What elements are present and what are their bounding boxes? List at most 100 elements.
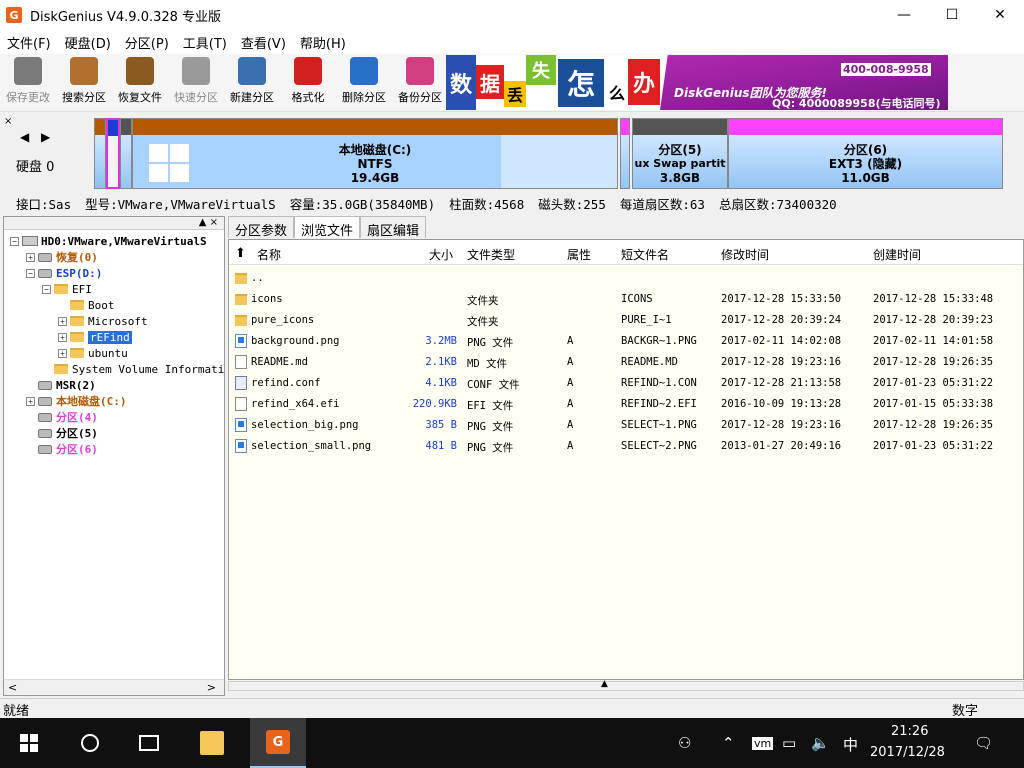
col-type[interactable]: 文件类型: [467, 246, 515, 263]
up-arrow-icon[interactable]: ⬆: [235, 246, 246, 261]
search-circle-icon[interactable]: [78, 731, 102, 755]
menu-partition[interactable]: 分区(P): [118, 33, 176, 52]
tab-browse-files[interactable]: 浏览文件: [294, 216, 361, 239]
show-hidden-icons-chevron-icon[interactable]: ⌃: [722, 734, 735, 752]
tree-horizontal-scrollbar[interactable]: < >: [4, 679, 224, 695]
action-center-icon[interactable]: 🗨: [974, 734, 993, 752]
network-icon[interactable]: ▭: [782, 734, 796, 752]
partition-c-fs: NTFS: [357, 157, 393, 171]
vmware-tray-icon[interactable]: vm: [752, 737, 774, 750]
tree-node[interactable]: 分区(5): [26, 425, 98, 441]
file-row[interactable]: icons 文件夹 ICONS 2017-12-28 15:33:50 2017-12-…: [229, 289, 1023, 310]
file-row[interactable]: refind.conf 4.1KB CONF 文件 A REFIND~1.CON 2017…: [229, 373, 1023, 394]
col-created[interactable]: 创建时间: [873, 246, 921, 263]
ad-banner[interactable]: 数 据 丢 失 怎 么 办 DiskGenius团队为您服务! 400-008-…: [446, 55, 948, 110]
toolbar-button-2[interactable]: 恢复文件: [112, 54, 168, 110]
maximize-button[interactable]: ☐: [928, 0, 976, 30]
tree-node-label: Boot: [88, 298, 115, 312]
tree-node[interactable]: − ESP(D:): [26, 265, 102, 281]
panel-close-icon[interactable]: ×: [4, 116, 12, 127]
file-row[interactable]: ..: [229, 268, 1023, 289]
file-attr: A: [567, 377, 574, 389]
minimize-button[interactable]: —: [880, 0, 928, 30]
tree-node[interactable]: 分区(6): [26, 441, 98, 457]
col-short-name[interactable]: 短文件名: [621, 246, 669, 263]
menu-tools[interactable]: 工具(T): [176, 33, 234, 52]
toolbar-button-7[interactable]: 备份分区: [392, 54, 448, 110]
partition-msr[interactable]: [120, 118, 132, 189]
scroll-left-icon[interactable]: <: [8, 681, 17, 694]
tree-node[interactable]: + rEFind: [58, 329, 132, 345]
file-row[interactable]: README.md 2.1KB MD 文件 A README.MD 2017-12-28 …: [229, 352, 1023, 373]
file-row[interactable]: pure_icons 文件夹 PURE_I~1 2017-12-28 20:39:24…: [229, 310, 1023, 331]
col-modified[interactable]: 修改时间: [721, 246, 769, 263]
disk-nav-arrows[interactable]: ◀ ▶: [20, 130, 54, 144]
tree-node[interactable]: + 恢复(0): [26, 249, 98, 265]
file-row[interactable]: background.png 3.2MB PNG 文件 A BACKGR~1.PNG 20…: [229, 331, 1023, 352]
toolbar-button-6[interactable]: 删除分区: [336, 54, 392, 110]
tree-node[interactable]: 分区(4): [26, 409, 98, 425]
tree-node[interactable]: + ubuntu: [58, 345, 128, 361]
partition-6-name: 分区(6): [843, 143, 888, 157]
menu-disk[interactable]: 硬盘(D): [58, 33, 118, 52]
file-explorer-icon[interactable]: [200, 731, 224, 755]
tree-node[interactable]: + Microsoft: [58, 313, 148, 329]
tree-node[interactable]: Boot: [58, 297, 115, 313]
diskgenius-taskbar-button[interactable]: G: [250, 718, 306, 768]
partition-6[interactable]: 分区(6) EXT3 (隐藏) 11.0GB: [728, 118, 1003, 189]
task-view-icon[interactable]: [137, 731, 161, 755]
scroll-right-icon[interactable]: >: [207, 681, 216, 694]
tree-node-label: 分区(6): [56, 443, 98, 456]
toolbar-button-1[interactable]: 搜索分区: [56, 54, 112, 110]
windows-start-icon[interactable]: [17, 731, 41, 755]
collapse-icon[interactable]: −: [26, 268, 35, 278]
tree-node-label: 本地磁盘(C:): [56, 395, 127, 408]
file-icon: [235, 418, 247, 432]
expand-icon[interactable]: +: [58, 332, 67, 342]
toolbar-button-4[interactable]: 新建分区: [224, 54, 280, 110]
partition-icon: [38, 268, 52, 278]
clock-date[interactable]: 2017/12/28: [870, 745, 945, 760]
file-short: BACKGR~1.PNG: [621, 335, 697, 347]
col-name[interactable]: 名称: [257, 246, 281, 263]
toolbar-button-3[interactable]: 快速分区: [168, 54, 224, 110]
recover-box-icon: [126, 57, 154, 85]
file-row[interactable]: selection_big.png 385 B PNG 文件 A SELECT~1.PN…: [229, 415, 1023, 436]
partition-esp[interactable]: [106, 118, 120, 189]
ime-indicator[interactable]: 中: [843, 734, 858, 755]
diskgenius-taskbar-icon: G: [266, 730, 290, 754]
menu-help[interactable]: 帮助(H): [293, 33, 353, 52]
tree-node[interactable]: MSR(2): [26, 377, 96, 393]
toolbar-button-0[interactable]: 保存更改: [0, 54, 56, 110]
col-size[interactable]: 大小: [429, 246, 453, 263]
expand-icon[interactable]: +: [58, 348, 67, 358]
collapse-icon[interactable]: −: [42, 284, 51, 294]
close-button[interactable]: ✕: [976, 0, 1024, 30]
tree-node[interactable]: − EFI: [42, 281, 92, 297]
tree-node[interactable]: System Volume Informati: [42, 361, 224, 377]
people-icon[interactable]: ⚇: [678, 734, 691, 752]
panel-splitter[interactable]: ▲: [228, 679, 1024, 691]
tab-partition-params[interactable]: 分区参数: [228, 216, 295, 239]
expand-icon[interactable]: +: [58, 316, 67, 326]
partition-5[interactable]: 分区(5) ux Swap partit 3.8GB: [632, 118, 728, 189]
clock-time[interactable]: 21:26: [891, 724, 928, 739]
col-attr[interactable]: 属性: [567, 246, 591, 263]
expand-icon[interactable]: +: [26, 252, 35, 262]
tree-node[interactable]: + 本地磁盘(C:): [26, 393, 127, 409]
splitter-arrow-icon[interactable]: ▲: [601, 679, 608, 689]
file-row[interactable]: selection_small.png 481 B PNG 文件 A SELECT~2.…: [229, 436, 1023, 457]
file-row[interactable]: refind_x64.efi 220.9KB EFI 文件 A REFIND~2.EFI…: [229, 394, 1023, 415]
menu-file[interactable]: 文件(F): [0, 33, 58, 52]
toolbar-button-5[interactable]: 格式化: [280, 54, 336, 110]
menu-view[interactable]: 查看(V): [234, 33, 293, 52]
collapse-icon[interactable]: −: [10, 236, 19, 246]
tree-node[interactable]: − HD0:VMware,VMwareVirtualS: [10, 233, 207, 249]
partition-c[interactable]: 本地磁盘(C:) NTFS 19.4GB: [132, 118, 618, 189]
volume-icon[interactable]: 🔈: [811, 734, 830, 752]
expand-icon[interactable]: +: [26, 396, 35, 406]
tab-sector-edit[interactable]: 扇区编辑: [360, 216, 427, 239]
partition-4[interactable]: [620, 118, 630, 189]
partition-recovery[interactable]: [94, 118, 106, 189]
tree-node-label: 分区(4): [56, 411, 98, 424]
